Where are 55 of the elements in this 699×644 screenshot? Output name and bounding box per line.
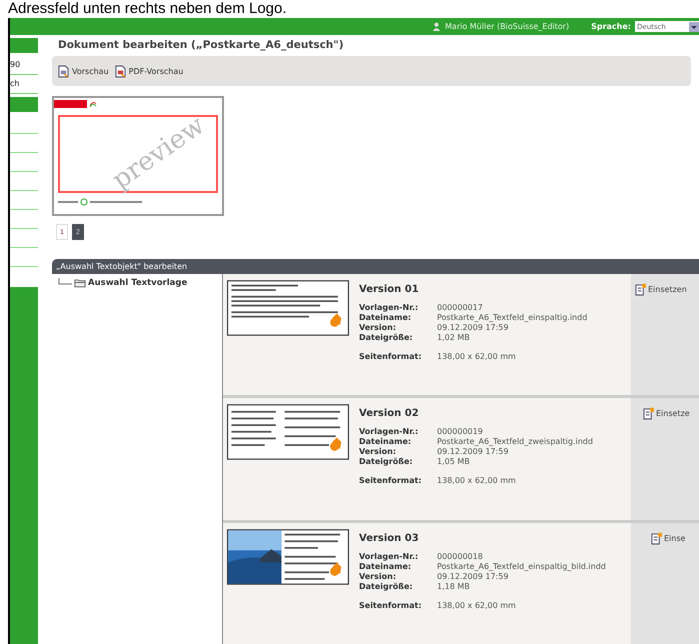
sidebar-block bbox=[10, 97, 38, 112]
field-value: Postkarte_A6_Textfeld_einspaltig.indd bbox=[437, 313, 588, 322]
field-label: Seitenformat: bbox=[359, 476, 423, 486]
sidebar-item[interactable]: ch bbox=[10, 75, 38, 94]
field-value: 1,02 MB bbox=[437, 333, 471, 342]
document-icon bbox=[58, 64, 69, 78]
field-label: Vorlagen-Nr.: bbox=[359, 552, 420, 561]
caption-text: Adressfeld unten rechts neben dem Logo. bbox=[7, 0, 288, 18]
field-value: 000000017 bbox=[437, 303, 484, 312]
field-value: 09.12.2009 17:59 bbox=[437, 323, 510, 332]
field-value: 138,00 x 62,00 mm bbox=[437, 352, 517, 361]
sidebar-block bbox=[10, 38, 38, 53]
field-label: Dateigröße: bbox=[359, 457, 414, 466]
field-label: Seitenformat: bbox=[359, 600, 423, 610]
preview-link[interactable]: Vorschau bbox=[58, 64, 109, 78]
field-label: Dateiname: bbox=[359, 313, 412, 322]
field-value: 000000018 bbox=[437, 552, 484, 561]
version-title: Version 03 bbox=[359, 532, 420, 544]
field-label: Version: bbox=[359, 447, 398, 456]
document-icon bbox=[651, 532, 662, 545]
field-label: Vorlagen-Nr.: bbox=[359, 303, 420, 312]
field-value: 138,00 x 62,00 mm bbox=[437, 600, 517, 610]
insert-link[interactable]: Einse bbox=[635, 532, 699, 545]
insert-link[interactable]: Einsetzen bbox=[635, 283, 699, 296]
dropdown-caret-icon bbox=[689, 22, 699, 32]
page-title: Dokument bearbeiten („Postkarte_A6_deutsch") bbox=[57, 38, 345, 53]
language-label: Sprache: bbox=[591, 22, 631, 31]
document-icon bbox=[114, 64, 126, 78]
document-icon bbox=[635, 283, 646, 296]
user-name: Mario Müller (BioSuisse_Editor) bbox=[445, 22, 570, 31]
field-label: Dateigröße: bbox=[359, 582, 414, 591]
field-label: Version: bbox=[359, 572, 398, 581]
document-icon bbox=[643, 407, 654, 420]
field-value: 1,05 MB bbox=[437, 457, 471, 466]
field-value: 1,18 MB bbox=[437, 582, 471, 591]
field-label: Dateigröße: bbox=[359, 333, 414, 342]
field-label: Seitenformat: bbox=[359, 352, 423, 361]
field-value: 09.12.2009 17:59 bbox=[437, 447, 510, 456]
field-value: Postkarte_A6_Textfeld_zweispaltig.indd bbox=[437, 437, 593, 446]
version-title: Version 01 bbox=[359, 284, 420, 295]
sidebar-item[interactable]: 90 bbox=[10, 56, 38, 75]
field-value: 138,00 x 62,00 mm bbox=[437, 476, 517, 486]
field-value: 000000019 bbox=[437, 427, 484, 436]
field-value: 09.12.2009 17:59 bbox=[437, 572, 510, 581]
insert-link[interactable]: Einsetze bbox=[635, 407, 699, 420]
field-label: Version: bbox=[359, 323, 398, 332]
field-value: Postkarte_A6_Textfeld_einspaltig_bild.indd bbox=[437, 562, 606, 571]
preview-link[interactable]: PDF-Vorschau bbox=[114, 64, 184, 78]
section-title: „Auswahl Textobjekt" bearbeiten bbox=[56, 262, 188, 271]
field-label: Dateiname: bbox=[359, 437, 412, 446]
field-label: Dateiname: bbox=[359, 562, 412, 571]
version-title: Version 02 bbox=[359, 408, 420, 420]
tree-item[interactable]: Auswahl Textvorlage bbox=[58, 278, 222, 288]
field-label: Vorlagen-Nr.: bbox=[359, 427, 420, 436]
user-icon bbox=[432, 22, 442, 31]
